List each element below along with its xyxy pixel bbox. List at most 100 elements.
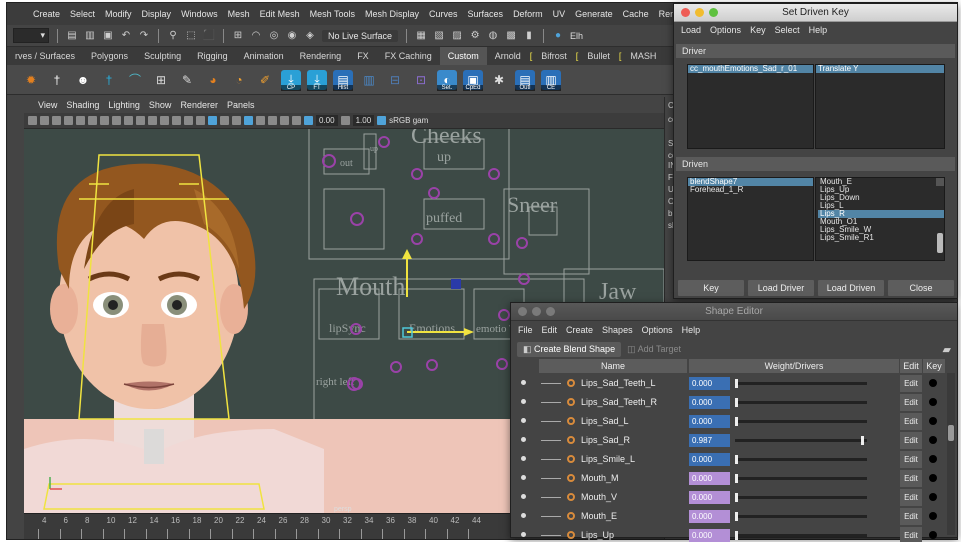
shadows-icon[interactable]	[196, 116, 205, 125]
key-dot-icon[interactable]	[929, 455, 937, 463]
key-column-header[interactable]: Key	[923, 359, 945, 373]
edit-button[interactable]: Edit	[900, 508, 922, 525]
sun-icon[interactable]: ✹	[21, 70, 41, 90]
weight-slider-handle[interactable]	[735, 417, 738, 426]
name-column-header[interactable]: Name	[539, 359, 687, 373]
isolate-icon[interactable]	[256, 116, 265, 125]
weight-field[interactable]: 0.000	[689, 415, 730, 428]
menu-windows[interactable]: Windows	[181, 9, 218, 19]
weight-field[interactable]: 0.000	[689, 491, 730, 504]
ipr-icon[interactable]: ▨	[451, 30, 463, 42]
target-row[interactable]: Lips_Smile_L 0.000 Edit	[511, 450, 959, 469]
weight-field[interactable]: 0.000	[689, 453, 730, 466]
paint2-icon[interactable]: ◔	[229, 70, 249, 90]
weight-field[interactable]: 0.987	[689, 434, 730, 447]
snap-grid-icon[interactable]: ⊞	[232, 30, 244, 42]
color-space-label[interactable]: sRGB gam	[389, 116, 428, 125]
curve-icon[interactable]: ⌒	[125, 70, 145, 90]
sdk-load-driver-button[interactable]: Load Driver	[748, 280, 814, 296]
visibility-dot-icon[interactable]	[521, 475, 526, 480]
shelf-tab-sculpting[interactable]: Sculpting	[136, 47, 189, 65]
select-component-icon[interactable]: ⬛	[203, 30, 215, 42]
sculpt-icon[interactable]: ✐	[255, 70, 275, 90]
driver-object-list[interactable]: cc_mouthEmotions_Sad_r_01	[687, 64, 814, 149]
shelf-tab-rves-surfaces[interactable]: rves / Surfaces	[7, 47, 83, 65]
target-row[interactable]: Lips_Up 0.000 Edit	[511, 526, 959, 542]
joint-icon[interactable]: †	[47, 70, 67, 90]
sdk-menu-help[interactable]: Help	[809, 25, 828, 35]
key-dot-icon[interactable]	[929, 398, 937, 406]
bookmark-icon[interactable]	[40, 116, 49, 125]
key-dot-icon[interactable]	[929, 379, 937, 387]
menu-uv[interactable]: UV	[553, 9, 566, 19]
add-target-button[interactable]: ◫ Add Target	[627, 344, 681, 355]
depth-of-field-icon[interactable]	[244, 116, 253, 125]
shape-editor-menu-options[interactable]: Options	[642, 325, 673, 335]
color-mgmt-icon[interactable]	[377, 116, 387, 125]
joint-cyan-icon[interactable]: †	[99, 70, 119, 90]
open-scene-icon[interactable]: ▥	[84, 30, 96, 42]
sdk-menu-options[interactable]: Options	[710, 25, 741, 35]
edit-button[interactable]: Edit	[900, 470, 922, 487]
driven-object-item[interactable]: Forehead_1_R	[688, 186, 813, 194]
cped-icon[interactable]: ▣ CpEd	[463, 69, 483, 91]
key-dot-icon[interactable]	[929, 512, 937, 520]
create-blend-shape-button[interactable]: ◧ Create Blend Shape	[517, 341, 622, 357]
weight-slider-handle[interactable]	[735, 474, 738, 483]
menu-generate[interactable]: Generate	[575, 9, 613, 19]
outl-icon[interactable]: ▤ Outl	[515, 69, 535, 91]
safe-action-icon[interactable]	[124, 116, 133, 125]
shape-editor-menu-shapes[interactable]: Shapes	[602, 325, 633, 335]
xray-components-icon[interactable]	[292, 116, 301, 125]
weight-slider-track[interactable]	[735, 477, 867, 480]
shape-editor-titlebar[interactable]: Shape Editor	[511, 303, 957, 321]
driver-attr-list[interactable]: Translate Y	[815, 64, 945, 149]
menu-mesh-tools[interactable]: Mesh Tools	[310, 9, 355, 19]
weight-field[interactable]: 0.000	[689, 377, 730, 390]
skull-icon[interactable]: ☻	[73, 70, 93, 90]
select-hierarchy-icon[interactable]: ⚲	[167, 30, 179, 42]
weight-field[interactable]: 0.000	[689, 396, 730, 409]
menu-select[interactable]: Select	[70, 9, 95, 19]
camera-attr-icon[interactable]	[28, 116, 37, 125]
menu-create[interactable]: Create	[33, 9, 60, 19]
image-plane-icon[interactable]	[52, 116, 61, 125]
target-row[interactable]: Lips_Sad_R 0.987 Edit	[511, 431, 959, 450]
weight-slider-handle[interactable]	[735, 398, 738, 407]
target-name[interactable]: Lips_Up	[581, 530, 614, 540]
menu-curves[interactable]: Curves	[429, 9, 458, 19]
paint-icon[interactable]: ✎	[177, 70, 197, 90]
menu-edit-mesh[interactable]: Edit Mesh	[260, 9, 300, 19]
undo-icon[interactable]: ↶	[120, 30, 132, 42]
shelf-tab-rendering[interactable]: Rendering	[292, 47, 350, 65]
key-dot-icon[interactable]	[929, 493, 937, 501]
target-name[interactable]: Lips_Sad_L	[581, 416, 629, 426]
snap-surface-icon[interactable]: ◉	[286, 30, 298, 42]
xray-icon[interactable]	[268, 116, 277, 125]
weight-slider-track[interactable]	[735, 534, 867, 537]
new-scene-icon[interactable]: ▤	[66, 30, 78, 42]
driver-object-item[interactable]: cc_mouthEmotions_Sad_r_01	[688, 65, 813, 73]
weight-slider-track[interactable]	[735, 401, 867, 404]
driven-object-list[interactable]: blendShape7 Forehead_1_R	[687, 177, 814, 261]
redo-icon[interactable]: ↷	[138, 30, 150, 42]
viewport-menu-show[interactable]: Show	[149, 100, 172, 110]
xray-joints-icon[interactable]	[280, 116, 289, 125]
sequencer-icon[interactable]: ▮	[523, 30, 535, 42]
visibility-dot-icon[interactable]	[521, 494, 526, 499]
menu-cache[interactable]: Cache	[623, 9, 649, 19]
driven-attr-item[interactable]: Lips_Smile_R1	[818, 234, 944, 242]
visibility-dot-icon[interactable]	[521, 456, 526, 461]
shelf-tab-arnold[interactable]: Arnold	[487, 47, 529, 65]
menuset-dropdown[interactable]: ▾	[13, 28, 49, 43]
weight-slider-track[interactable]	[735, 382, 867, 385]
target-row[interactable]: Mouth_V 0.000 Edit	[511, 488, 959, 507]
gamma-field[interactable]: 1.00	[352, 115, 375, 126]
edit-button[interactable]: Edit	[900, 489, 922, 506]
edit-button[interactable]: Edit	[900, 394, 922, 411]
menu-surfaces[interactable]: Surfaces	[468, 9, 504, 19]
menu-display[interactable]: Display	[142, 9, 172, 19]
ce-icon[interactable]: ▥ CE	[541, 69, 561, 91]
menu-mesh[interactable]: Mesh	[228, 9, 250, 19]
target-row[interactable]: Lips_Sad_L 0.000 Edit	[511, 412, 959, 431]
